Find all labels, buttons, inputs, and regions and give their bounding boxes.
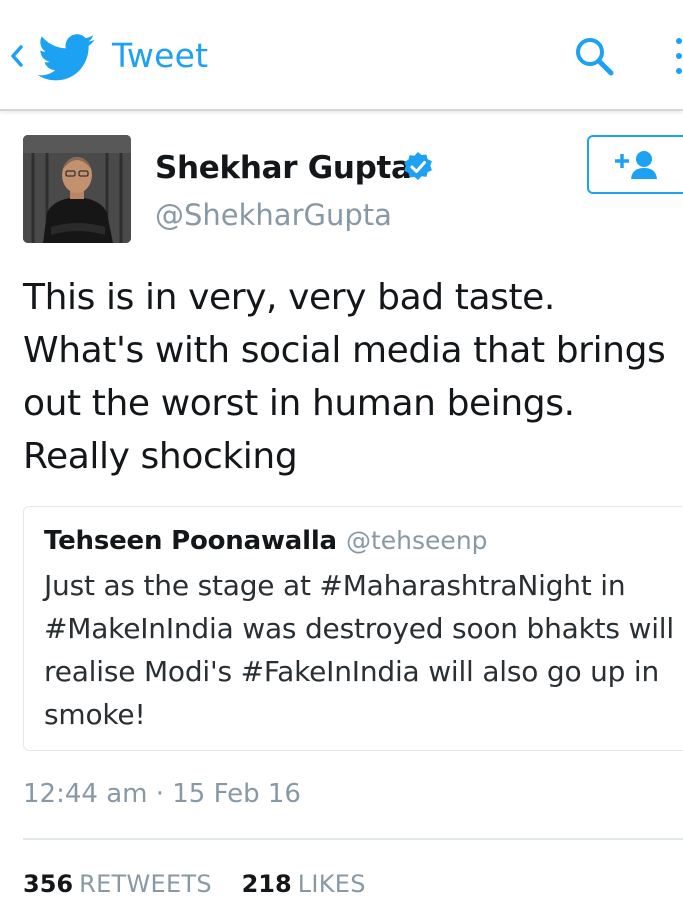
divider [23,838,683,840]
likes-count: 218 [241,870,292,898]
tweet-stats: 356 RETWEETS 218 LIKES [23,870,388,898]
author-handle[interactable]: @ShekharGupta [155,198,392,232]
tweet-text: This is in very, very bad taste. What's … [23,277,666,477]
retweets-count: 356 [23,870,74,898]
quoted-tweet-card[interactable]: Tehseen Poonawalla @tehseenp Just as the… [23,506,683,751]
search-icon [576,38,614,76]
likes-stat[interactable]: 218 LIKES [242,870,388,898]
profile-photo [23,135,131,243]
verified-badge-icon [404,152,432,180]
twitter-bird-icon [37,34,95,81]
likes-label: LIKES [297,870,366,898]
quoted-tweet-text: Just as the stage at #MaharashtraNight i… [44,569,674,731]
more-vertical-icon-dot [676,53,682,59]
page-title: Tweet [112,36,209,75]
author-name[interactable]: Shekhar Gupta [155,150,412,186]
retweets-stat[interactable]: 356 RETWEETS [23,870,242,898]
search-button[interactable] [572,34,618,80]
more-vertical-icon-dot [676,68,682,74]
add-user-icon [615,151,657,179]
follow-button[interactable] [587,135,683,194]
top-app-bar: Tweet [0,0,683,111]
avatar[interactable] [23,135,131,243]
chevron-left-icon [11,45,23,67]
more-vertical-icon [676,38,682,44]
retweets-label: RETWEETS [79,870,212,898]
tweet-timestamp: 12:44 am · 15 Feb 16 [23,779,301,809]
twitter-logo-button[interactable] [37,34,96,82]
quoted-tweet-author: Tehseen Poonawalla @tehseenp [44,526,488,556]
back-button[interactable] [6,36,28,76]
more-options-button[interactable] [674,38,683,78]
quoted-author-name: Tehseen Poonawalla [44,526,337,556]
quoted-author-handle: @tehseenp [346,526,488,555]
